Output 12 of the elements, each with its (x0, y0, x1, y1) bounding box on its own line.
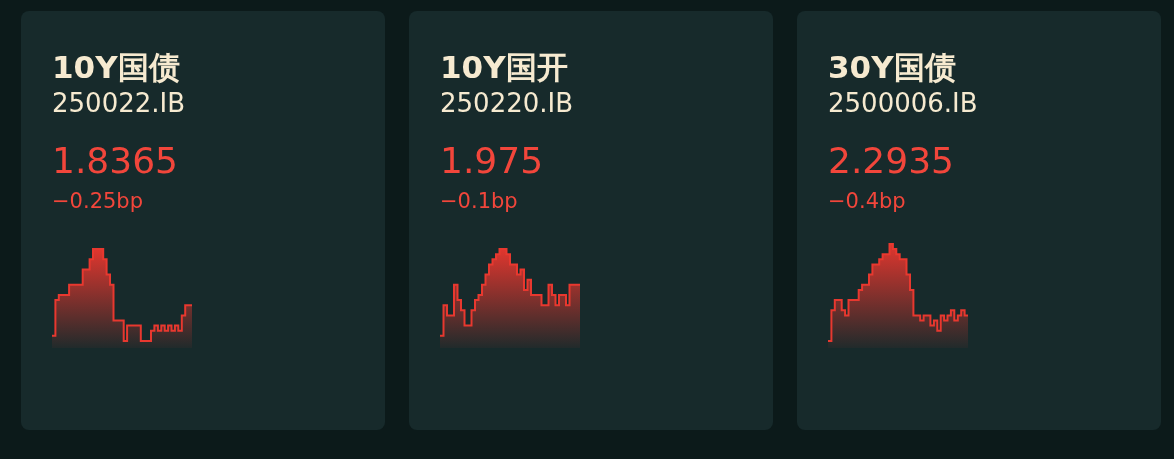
yield-change: −0.4bp (828, 188, 906, 213)
yield-value: 1.975 (440, 140, 544, 182)
bond-name: 10Y国债 (52, 49, 180, 85)
yield-value: 2.2935 (828, 140, 954, 182)
bond-code: 2500006.IB (828, 88, 978, 119)
yield-change: −0.25bp (52, 188, 143, 213)
bond-name: 10Y国开 (440, 49, 568, 85)
yield-change: −0.1bp (440, 188, 518, 213)
yield-value: 1.8365 (52, 140, 178, 182)
bond-name: 30Y国债 (828, 49, 956, 85)
bond-code: 250022.IB (52, 88, 186, 119)
bond-code: 250220.IB (440, 88, 574, 119)
